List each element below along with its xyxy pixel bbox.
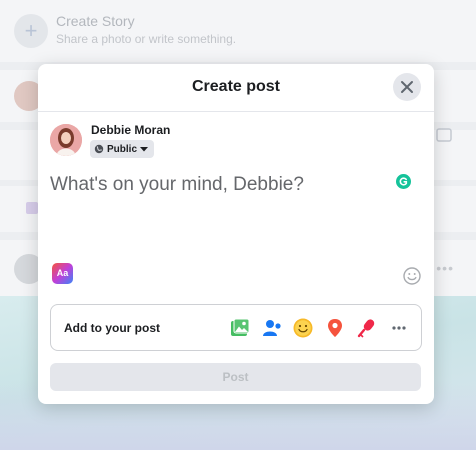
tag-people-icon[interactable] bbox=[261, 317, 283, 339]
live-video-icon[interactable] bbox=[356, 317, 378, 339]
dialog-header: Create post bbox=[38, 64, 434, 112]
background-style-icon[interactable]: Aa bbox=[52, 263, 73, 284]
close-button[interactable] bbox=[393, 73, 421, 101]
side-icon bbox=[434, 125, 476, 157]
photo-video-icon[interactable] bbox=[229, 317, 251, 339]
add-to-post-bar: Add to your post bbox=[50, 304, 422, 351]
grammarly-icon[interactable] bbox=[396, 174, 411, 189]
more-icon[interactable] bbox=[388, 317, 410, 339]
post-composer-input[interactable]: What's on your mind, Debbie? bbox=[50, 174, 380, 196]
privacy-label: Public bbox=[107, 143, 138, 155]
create-post-dialog: Create post Debbie Moran Public What's o… bbox=[38, 64, 434, 404]
caret-down-icon bbox=[140, 147, 149, 152]
avatar[interactable] bbox=[50, 124, 82, 156]
check-in-icon[interactable] bbox=[324, 317, 346, 339]
story-subtitle: Share a photo or write something. bbox=[56, 32, 237, 46]
feeling-activity-icon[interactable] bbox=[292, 317, 314, 339]
add-to-post-label: Add to your post bbox=[64, 321, 160, 335]
emoji-icon[interactable] bbox=[403, 267, 421, 285]
story-title: Create Story bbox=[56, 13, 135, 29]
globe-icon bbox=[94, 144, 104, 154]
background-create-story: + Create Story Share a photo or write so… bbox=[0, 0, 476, 62]
post-button[interactable]: Post bbox=[50, 363, 421, 391]
author-name: Debbie Moran bbox=[91, 123, 171, 137]
privacy-selector[interactable]: Public bbox=[90, 140, 155, 158]
plus-icon: + bbox=[14, 14, 48, 48]
more-icon: ••• bbox=[436, 260, 454, 276]
close-icon bbox=[401, 81, 413, 93]
photo-icon bbox=[26, 202, 38, 214]
dialog-title: Create post bbox=[191, 78, 281, 95]
